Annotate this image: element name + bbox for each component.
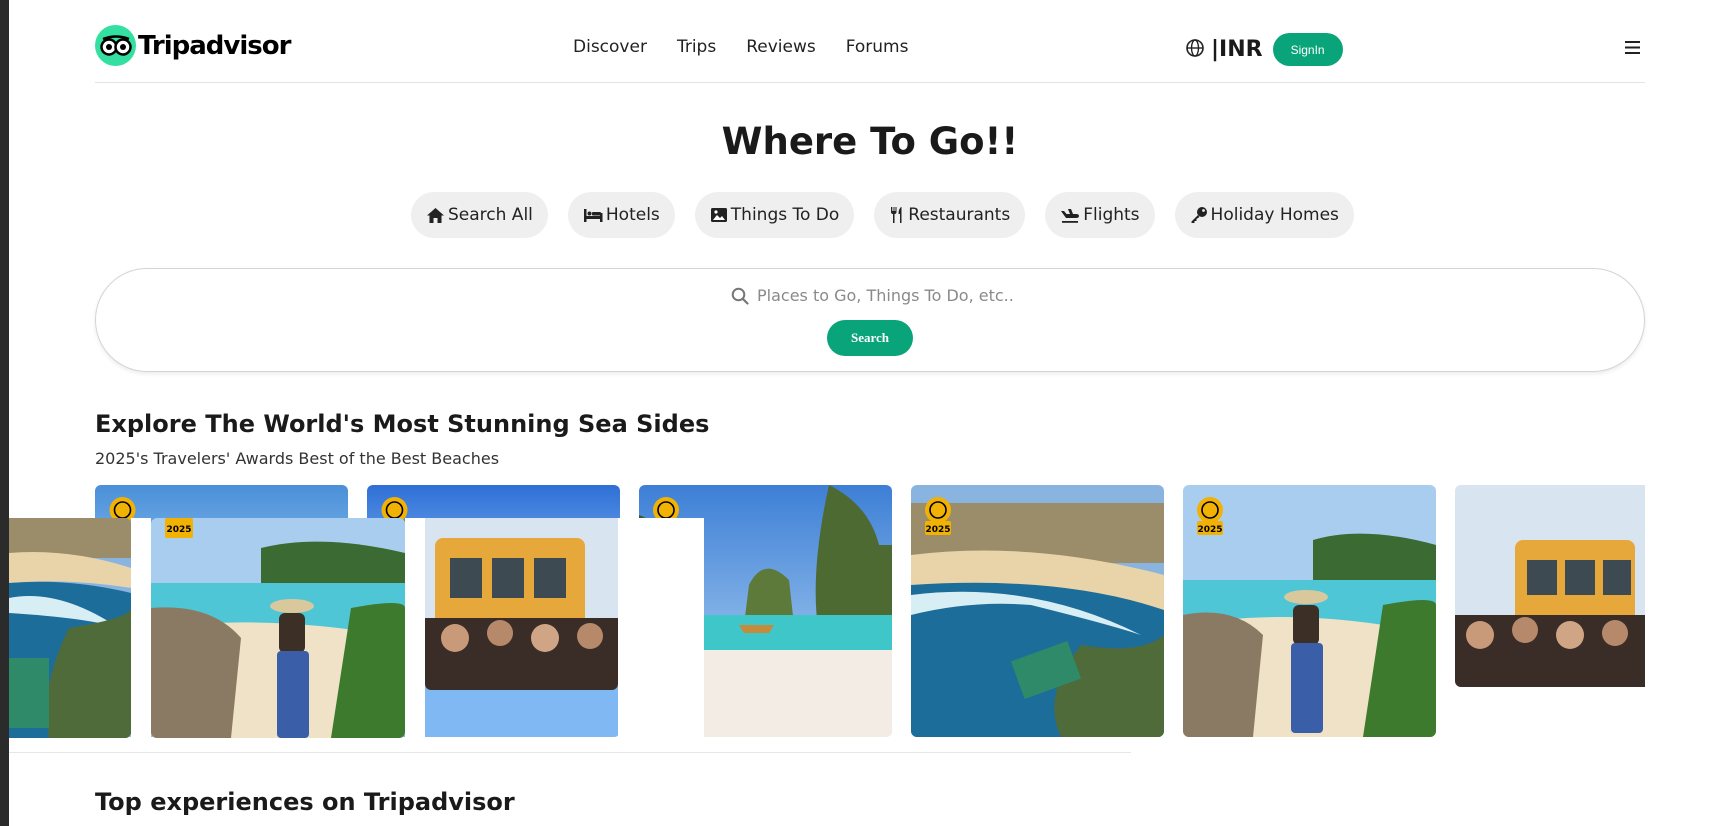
home-icon: [427, 207, 444, 223]
award-badge: 2025: [925, 497, 951, 535]
cutlery-icon: [891, 207, 902, 223]
overlay-blank: [618, 518, 704, 750]
search-bar: Search: [95, 268, 1645, 372]
beaches-section-title: Explore The World's Most Stunning Sea Si…: [95, 410, 710, 438]
nav-trips[interactable]: Trips: [677, 37, 716, 57]
search-icon: [731, 287, 749, 305]
header-actions: |INR SignIn: [1185, 33, 1343, 66]
site-header: Tripadvisor Discover Trips Reviews Forum…: [95, 0, 1645, 83]
award-badge: 2025: [1197, 497, 1223, 535]
nav-reviews[interactable]: Reviews: [746, 37, 816, 57]
bed-icon: [583, 208, 603, 222]
tab-label: Search All: [448, 205, 533, 225]
key-icon: [1191, 207, 1207, 223]
beach-card[interactable]: 2025: [1183, 485, 1436, 737]
tab-search-all[interactable]: Search All: [411, 192, 548, 238]
tab-label: Things To Do: [730, 205, 840, 225]
currency-selector[interactable]: |INR: [1211, 37, 1263, 62]
beaches-section-subtitle: 2025's Travelers' Awards Best of the Bes…: [95, 449, 500, 468]
tab-hotels[interactable]: Hotels: [567, 192, 675, 238]
hamburger-menu-icon[interactable]: [1625, 38, 1640, 59]
tripadvisor-logo[interactable]: Tripadvisor: [95, 25, 291, 66]
tab-things-to-do[interactable]: Things To Do: [694, 192, 855, 238]
beach-card-overlay[interactable]: [425, 518, 618, 690]
globe-icon[interactable]: [1185, 38, 1205, 62]
nav-discover[interactable]: Discover: [573, 37, 647, 57]
image-icon: [710, 208, 727, 222]
overlay-divider: [9, 752, 100, 753]
section-divider: [95, 752, 1131, 753]
svg-text:2025: 2025: [925, 525, 950, 535]
overlay-gap: [131, 518, 151, 750]
beach-card-overlay[interactable]: 2025: [151, 518, 405, 738]
experiences-section-title: Top experiences on Tripadvisor: [95, 788, 515, 816]
hero-title: Where To Go!!: [721, 120, 1019, 163]
search-button[interactable]: Search: [827, 320, 913, 356]
main-nav: Discover Trips Reviews Forums: [573, 37, 908, 57]
owl-logo-icon: [95, 25, 136, 66]
tab-label: Restaurants: [908, 205, 1011, 225]
beach-card-overlay[interactable]: [9, 518, 131, 738]
tab-label: Holiday Homes: [1210, 205, 1339, 225]
page: Tripadvisor Discover Trips Reviews Forum…: [95, 0, 1645, 816]
nav-forums[interactable]: Forums: [846, 37, 909, 57]
tab-restaurants[interactable]: Restaurants: [874, 192, 1026, 238]
signin-button[interactable]: SignIn: [1272, 33, 1343, 66]
svg-text:2025: 2025: [166, 525, 191, 535]
beach-card[interactable]: [1455, 485, 1645, 687]
tab-holiday-homes[interactable]: Holiday Homes: [1174, 192, 1354, 238]
tab-flights[interactable]: Flights: [1045, 192, 1155, 238]
logo-wordmark: Tripadvisor: [138, 30, 291, 61]
plane-departure-icon: [1061, 209, 1080, 223]
svg-text:2025: 2025: [1197, 525, 1222, 535]
search-query: [731, 286, 1057, 305]
category-tabs: Search All Hotels Things To Do Restauran…: [411, 192, 1354, 238]
window-edge: [0, 0, 9, 826]
tab-label: Hotels: [605, 205, 660, 225]
tab-label: Flights: [1083, 205, 1140, 225]
search-input[interactable]: [757, 286, 1057, 305]
beach-card[interactable]: 2025: [911, 485, 1164, 737]
overlay-gap: [405, 518, 425, 750]
